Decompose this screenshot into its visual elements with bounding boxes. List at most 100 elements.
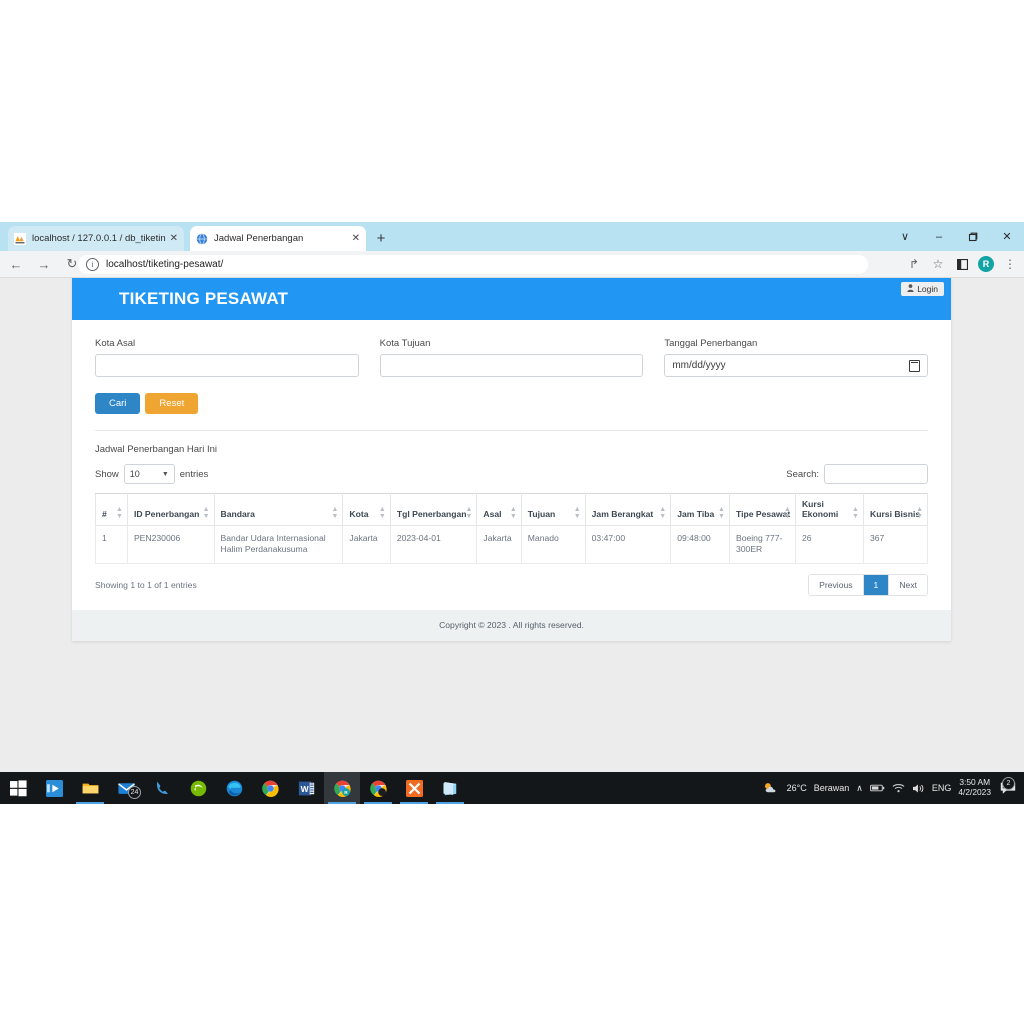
close-icon[interactable]: ✕ xyxy=(352,233,360,244)
search-form: Kota Asal Kota Tujuan Tanggal Penerbanga… xyxy=(95,338,929,377)
column-header-id-penerbangan[interactable]: ID Penerbangan ▲ ▼ xyxy=(126,493,215,526)
cari-button[interactable]: Cari xyxy=(95,393,141,414)
close-icon[interactable]: ✕ xyxy=(990,222,1024,251)
entries-label: entries xyxy=(179,468,209,480)
sort-icon: ▲ ▼ xyxy=(202,506,210,520)
clock[interactable]: 3:50 AM 4/2/2023 xyxy=(958,778,991,797)
bookmark-star-icon[interactable]: ☆ xyxy=(928,254,948,274)
field-label: Tanggal Penerbangan xyxy=(664,338,758,349)
column-header-jam-tiba[interactable]: Jam Tiba ▲ ▼ xyxy=(670,493,730,526)
page-length-value: 10 xyxy=(129,469,140,479)
page-title: TIKETING PESAWAT xyxy=(119,289,289,308)
cell-kursi-bisnis: 367 xyxy=(862,524,929,564)
column-header-bandara[interactable]: Bandara ▲ ▼ xyxy=(213,493,344,526)
speaker-icon[interactable] xyxy=(912,783,925,794)
start-button[interactable] xyxy=(0,772,36,804)
weather-condition: Berawan xyxy=(813,783,850,793)
browser-tab-1[interactable]: localhost / 127.0.0.1 / db_tiketing ✕ xyxy=(8,226,184,251)
file-explorer-icon[interactable] xyxy=(72,772,108,804)
nvidia-icon[interactable] xyxy=(180,772,216,804)
battery-icon[interactable] xyxy=(869,783,885,793)
column-header-tipe-pesawat[interactable]: Tipe Pesawat ▲ ▼ xyxy=(728,493,796,526)
column-header-asal[interactable]: Asal ▲ ▼ xyxy=(476,493,522,526)
google-chrome-icon[interactable] xyxy=(252,772,288,804)
sort-icon: ▲ ▼ xyxy=(718,506,725,520)
column-header-kota[interactable]: Kota ▲ ▼ xyxy=(342,493,391,526)
input-language[interactable]: ENG xyxy=(932,783,952,793)
minimize-icon[interactable]: – xyxy=(922,222,956,251)
chrome-window-icon[interactable]: R xyxy=(324,772,360,804)
maximize-icon[interactable] xyxy=(956,222,990,251)
calendar-icon[interactable] xyxy=(909,359,921,372)
tanggal-penerbangan-input[interactable]: mm/dd/yyyy xyxy=(664,354,929,377)
mail-badge: 24 xyxy=(128,786,141,799)
form-actions: Cari Reset xyxy=(95,393,928,414)
column-header-kursi-bisnis[interactable]: Kursi Bisnis ▲ ▼ xyxy=(862,493,929,526)
field-kota-asal: Kota Asal xyxy=(95,338,359,377)
header-label: Kota xyxy=(349,509,369,520)
side-panel-icon[interactable] xyxy=(952,254,972,274)
partly-cloudy-icon[interactable] xyxy=(763,781,780,795)
table-row[interactable]: 1 PEN230006 Bandar Udara Internasional H… xyxy=(95,524,929,564)
browser-tab-2[interactable]: Jadwal Penerbangan ✕ xyxy=(190,226,366,251)
notepad-icon[interactable] xyxy=(432,772,468,804)
pagination-next[interactable]: Next xyxy=(889,574,927,595)
column-header-no[interactable]: # ▲ ▼ xyxy=(95,493,128,526)
field-kota-tujuan: Kota Tujuan xyxy=(379,338,644,377)
avatar: R xyxy=(978,256,994,272)
screen: localhost / 127.0.0.1 / db_tiketing ✕ Ja… xyxy=(0,0,1024,1024)
user-icon xyxy=(907,284,914,294)
pagination-previous[interactable]: Previous xyxy=(809,574,864,595)
tray-overflow-icon[interactable]: ∧ xyxy=(856,783,863,794)
chrome-menu-icon[interactable]: ⋮ xyxy=(1000,254,1020,274)
browser-toolbar: ← → ↻ i localhost/tiketing-pesawat/ ↱ ☆ … xyxy=(0,251,1024,278)
flight-schedule-table: # ▲ ▼ ID Penerbangan ▲ ▼ Bandara ▲ ▼ Kota ▲ ▼ Tg… xyxy=(95,493,929,564)
chrome-window-2-icon[interactable] xyxy=(360,772,396,804)
column-header-jam-berangkat[interactable]: Jam Berangkat ▲ ▼ xyxy=(584,493,672,526)
mail-icon[interactable]: 24 xyxy=(108,772,144,804)
table-header-row: # ▲ ▼ ID Penerbangan ▲ ▼ Bandara ▲ ▼ Kota ▲ ▼ Tg… xyxy=(95,493,929,526)
profile-avatar[interactable]: R xyxy=(976,254,996,274)
site-info-icon[interactable]: i xyxy=(86,258,99,271)
table-title: Jadwal Penerbangan Hari Ini xyxy=(95,444,217,455)
close-icon[interactable]: ✕ xyxy=(170,233,178,244)
column-header-tujuan[interactable]: Tujuan ▲ ▼ xyxy=(520,493,586,526)
action-center-icon[interactable]: 2 xyxy=(998,776,1018,795)
cell-no: 1 xyxy=(95,524,128,564)
field-tanggal-penerbangan: Tanggal Penerbangan mm/dd/yyyy xyxy=(664,338,929,377)
header-label: Asal xyxy=(483,509,502,520)
wifi-icon[interactable] xyxy=(892,783,905,793)
forward-button[interactable]: → xyxy=(32,252,56,276)
column-header-kursi-ekonomi[interactable]: Kursi Ekonomi ▲ ▼ xyxy=(794,493,864,526)
microsoft-word-icon[interactable]: W xyxy=(288,772,324,804)
cell-tujuan: Manado xyxy=(520,524,586,564)
browser-window: localhost / 127.0.0.1 / db_tiketing ✕ Ja… xyxy=(0,222,1024,800)
address-bar[interactable]: i localhost/tiketing-pesawat/ xyxy=(78,255,868,274)
reset-button[interactable]: Reset xyxy=(145,393,199,414)
column-header-tgl-penerbangan[interactable]: Tgl Penerbangan ▲ ▼ xyxy=(389,493,478,526)
login-button[interactable]: Login xyxy=(901,282,944,296)
collapse-icon[interactable]: ∨ xyxy=(888,222,922,251)
clock-date: 4/2/2023 xyxy=(958,787,991,797)
datatable-controls: Show 10 ▼ entries Search: xyxy=(95,464,928,484)
kota-asal-input[interactable] xyxy=(95,354,359,377)
tab-title: localhost / 127.0.0.1 / db_tiketing xyxy=(32,233,166,244)
new-tab-button[interactable]: + xyxy=(372,230,390,248)
sort-icon: ▲ ▼ xyxy=(659,506,667,520)
pagination-page-1[interactable]: 1 xyxy=(863,574,890,595)
search-input[interactable] xyxy=(824,464,928,484)
kota-tujuan-input[interactable] xyxy=(379,354,644,377)
sort-icon: ▲ ▼ xyxy=(784,506,791,520)
movies-tv-icon[interactable] xyxy=(36,772,72,804)
window-controls: ∨ – ✕ xyxy=(888,222,1024,251)
search-label: Search: xyxy=(786,468,819,480)
back-button[interactable]: ← xyxy=(4,252,28,276)
xampp-icon[interactable] xyxy=(396,772,432,804)
microsoft-edge-icon[interactable] xyxy=(216,772,252,804)
phone-link-icon[interactable] xyxy=(144,772,180,804)
page-length-select[interactable]: 10 ▼ xyxy=(123,464,175,484)
header-label: Kursi Ekonomi xyxy=(801,499,839,520)
sort-icon: ▲ ▼ xyxy=(378,506,386,520)
page-body: Kota Asal Kota Tujuan Tanggal Penerbanga… xyxy=(72,320,951,610)
share-icon[interactable]: ↱ xyxy=(904,254,924,274)
